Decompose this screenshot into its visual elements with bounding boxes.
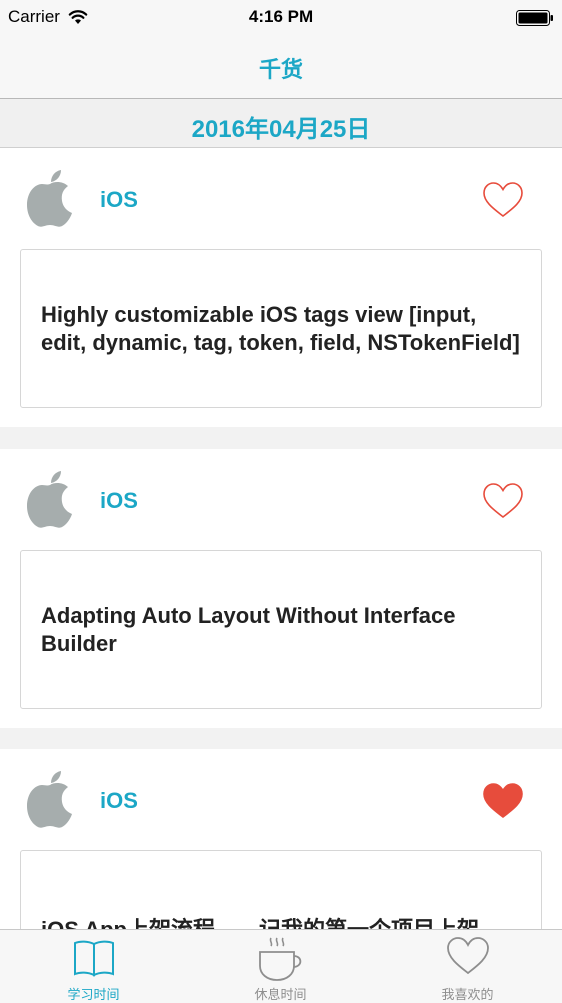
category-label: iOS xyxy=(100,187,138,212)
tab-my-favorites[interactable]: 我喜欢的 xyxy=(374,930,561,1003)
tab-study-time[interactable]: 学习时间 xyxy=(0,930,187,1003)
apple-icon xyxy=(27,170,72,227)
article-title: Adapting Auto Layout Without Interface B… xyxy=(41,602,456,656)
battery-icon xyxy=(516,10,553,26)
tab-label: 休息时间 xyxy=(254,987,307,1002)
apple-icon xyxy=(27,471,72,528)
feed-list[interactable]: iOS Highly customizable iOS tags view [i… xyxy=(0,148,562,929)
book-icon xyxy=(73,940,114,977)
article-content-box[interactable]: Highly customizable iOS tags view [input… xyxy=(20,249,542,408)
category-label: iOS xyxy=(100,488,138,513)
tab-bar: 学习时间 休息时间 我喜欢的 xyxy=(0,929,562,1003)
favorite-heart-icon[interactable] xyxy=(482,181,524,219)
feed-card: iOS iOS App上架流程——记我的第一个项目上架 xyxy=(0,749,562,929)
feed-card: iOS Highly customizable iOS tags view [i… xyxy=(0,148,562,427)
category-label: iOS xyxy=(100,788,138,813)
heart-icon xyxy=(446,937,489,975)
article-content-box[interactable]: Adapting Auto Layout Without Interface B… xyxy=(20,550,542,709)
coffee-icon xyxy=(258,937,301,981)
apple-icon xyxy=(27,771,72,828)
navigation-bar: 千货 xyxy=(0,38,562,99)
date-header: 2016年04月25日 xyxy=(0,99,562,148)
status-bar: Carrier 4:16 PM xyxy=(0,0,562,38)
feed-card: iOS Adapting Auto Layout Without Interfa… xyxy=(0,449,562,728)
article-title: iOS App上架流程——记我的第一个项目上架 xyxy=(41,916,479,930)
tab-label: 学习时间 xyxy=(67,987,120,1002)
tab-rest-time[interactable]: 休息时间 xyxy=(187,930,374,1003)
favorite-heart-icon[interactable] xyxy=(482,482,524,520)
article-content-box[interactable]: iOS App上架流程——记我的第一个项目上架 xyxy=(20,850,542,929)
status-time: 4:16 PM xyxy=(248,7,314,26)
tab-label: 我喜欢的 xyxy=(441,987,494,1002)
article-title: Highly customizable iOS tags view [input… xyxy=(41,301,520,355)
page-title: 千货 xyxy=(258,57,303,82)
date-label: 2016年04月25日 xyxy=(191,116,371,143)
favorite-heart-filled-icon[interactable] xyxy=(482,782,524,820)
